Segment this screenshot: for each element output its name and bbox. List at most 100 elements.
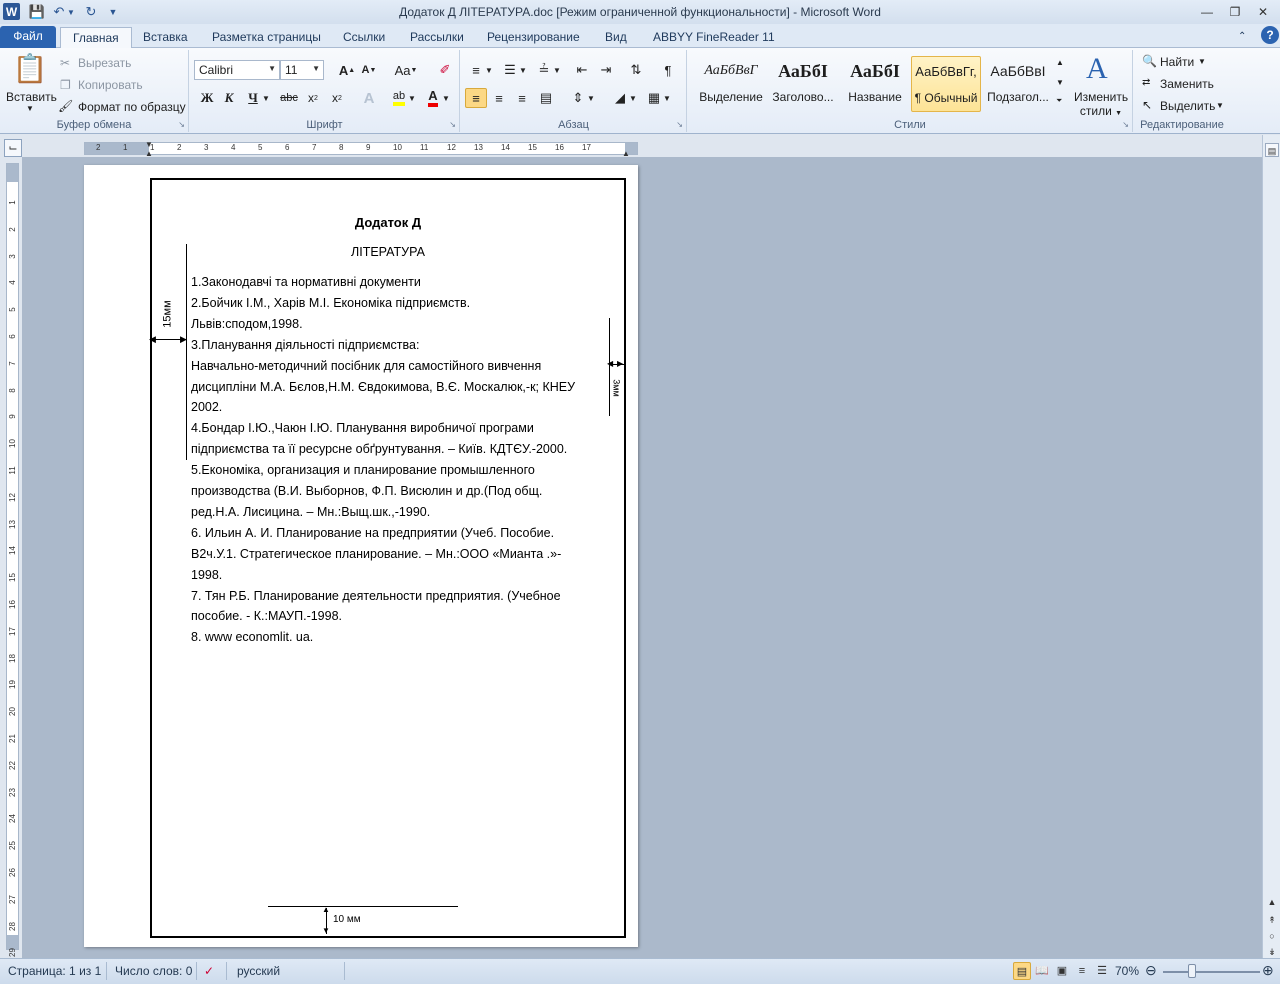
document-line[interactable]: 8. www economlit. ua.	[191, 630, 313, 644]
styles-dialog-launcher-icon[interactable]: ↘	[1122, 120, 1129, 129]
find-dropdown-icon[interactable]: ▼	[1198, 57, 1206, 66]
tab-page-layout[interactable]: Разметка страницы	[200, 27, 333, 48]
zoom-level[interactable]: 70%	[1115, 964, 1139, 978]
zoom-out-icon[interactable]: ⊖	[1145, 962, 1157, 979]
web-layout-icon[interactable]: ▣	[1053, 962, 1071, 980]
minimize-ribbon-icon[interactable]: ⌃	[1238, 27, 1246, 48]
font-color-dropdown-icon[interactable]: ▼	[440, 88, 452, 108]
tab-home[interactable]: Главная	[60, 27, 132, 49]
show-formatting-icon[interactable]: ¶	[657, 60, 679, 80]
font-size-dropdown-icon[interactable]: ▼	[312, 64, 320, 73]
numbering-dropdown-icon[interactable]: ▼	[517, 60, 529, 80]
document-line[interactable]: производства (В.И. Выборнов, Ф.П. Висюли…	[191, 484, 542, 498]
document-line[interactable]: 1998.	[191, 568, 222, 582]
styles-scroll-up-icon[interactable]: ▲	[1056, 58, 1064, 67]
view-ruler-icon[interactable]: ▤	[1265, 143, 1279, 157]
increase-indent-icon[interactable]: ⇥	[595, 60, 617, 80]
help-icon[interactable]: ?	[1261, 26, 1279, 44]
cut-button[interactable]: Вырезать	[78, 56, 131, 70]
paragraph-dialog-launcher-icon[interactable]: ↘	[676, 120, 683, 129]
strikethrough-icon[interactable]: abc	[278, 88, 300, 108]
close-icon[interactable]: ✕	[1252, 3, 1274, 21]
document-line[interactable]: 5.Економіка, организация и планирование …	[191, 463, 535, 477]
document-line[interactable]: 7. Тян Р.Б. Планирование деятельности пр…	[191, 589, 561, 603]
document-line[interactable]: 4.Бондар І.Ю.,Чаюн І.Ю. Планування вироб…	[191, 421, 534, 435]
tab-selector-icon[interactable]: ⌙	[4, 139, 22, 157]
align-right-icon[interactable]: ≡	[511, 88, 533, 108]
decrease-indent-icon[interactable]: ⇤	[571, 60, 593, 80]
font-name-combo[interactable]: Calibri ▼	[194, 60, 280, 80]
full-screen-reading-icon[interactable]: 📖	[1033, 962, 1051, 980]
minimize-icon[interactable]: —	[1196, 3, 1218, 21]
clipboard-dialog-launcher-icon[interactable]: ↘	[178, 120, 185, 129]
browse-next-icon[interactable]: ↡	[1265, 945, 1279, 959]
document-line[interactable]: підприємства та її ресурсне обґрунтуванн…	[191, 442, 567, 456]
document-line[interactable]: 3.Планування діяльності підприємства:	[191, 338, 419, 352]
horizontal-ruler[interactable]: 2 1 1 2 3 4 5 6 7 8 9 10 11 12 13 14 15 16 17 ▼ ▲ ▲	[84, 140, 638, 158]
font-size-combo[interactable]: 11 ▼	[280, 60, 324, 80]
scroll-up-icon[interactable]: ▲	[1265, 895, 1279, 909]
borders-dropdown-icon[interactable]: ▼	[661, 88, 673, 108]
italic-icon[interactable]: К	[218, 88, 240, 108]
select-dropdown-icon[interactable]: ▼	[1216, 101, 1224, 110]
paste-dropdown-icon[interactable]: ▼	[26, 104, 34, 113]
document-subheading[interactable]: ЛІТЕРАТУРА	[150, 245, 626, 259]
align-left-icon[interactable]: ≡	[465, 88, 487, 108]
subscript-icon[interactable]: x2	[302, 88, 324, 108]
restore-icon[interactable]: ❐	[1224, 3, 1246, 21]
draft-view-icon[interactable]: ☰	[1093, 962, 1111, 980]
right-indent-icon[interactable]: ▲	[622, 149, 630, 158]
paste-button[interactable]: Вставить	[6, 90, 57, 104]
change-styles-button[interactable]: Изменить стили ▼	[1074, 90, 1128, 118]
style-normal[interactable]: АаБбВвГг, ¶ Обычный	[911, 56, 981, 112]
vertical-ruler[interactable]: 1 2 3 4 5 6 7 8 9 10 11 12 13 14 15 16 17 18 19 20 21 22 23 24 2…	[6, 163, 19, 957]
shrink-font-icon[interactable]: A ▼	[358, 60, 380, 80]
document-heading[interactable]: Додаток Д	[150, 215, 626, 230]
style-subtitle[interactable]: АаБбВвІ Подзагол...	[983, 56, 1053, 112]
font-dialog-launcher-icon[interactable]: ↘	[449, 120, 456, 129]
zoom-slider-thumb[interactable]	[1188, 964, 1197, 978]
document-line[interactable]: 1.Законодавчі та нормативні документи	[191, 275, 421, 289]
styles-more-icon[interactable]: ⏷	[1056, 96, 1062, 106]
tab-mailings[interactable]: Рассылки	[398, 27, 476, 48]
first-line-indent-icon[interactable]: ▼	[145, 140, 153, 149]
highlight-dropdown-icon[interactable]: ▼	[406, 88, 418, 108]
tab-abbyy[interactable]: ABBYY FineReader 11	[641, 27, 787, 48]
bullets-dropdown-icon[interactable]: ▼	[483, 60, 495, 80]
replace-button[interactable]: Заменить	[1160, 77, 1214, 91]
line-spacing-dropdown-icon[interactable]: ▼	[585, 88, 597, 108]
style-title[interactable]: АаБбІ Название	[840, 56, 910, 112]
tab-insert[interactable]: Вставка	[131, 27, 200, 48]
document-line[interactable]: 6. Ильин А. И. Планирование на предприят…	[191, 526, 554, 540]
style-heading[interactable]: АаБбІ Заголово...	[768, 56, 838, 112]
proofing-icon[interactable]: ✓	[204, 964, 214, 978]
print-layout-icon[interactable]: ▤	[1013, 962, 1031, 980]
word-count[interactable]: Число слов: 0	[115, 964, 192, 978]
align-center-icon[interactable]: ≡	[488, 88, 510, 108]
language-indicator[interactable]: русский	[237, 964, 280, 978]
styles-scroll-down-icon[interactable]: ▼	[1056, 78, 1064, 87]
tab-references[interactable]: Ссылки	[331, 27, 397, 48]
underline-dropdown-icon[interactable]: ▼	[260, 88, 272, 108]
multilevel-dropdown-icon[interactable]: ▼	[551, 60, 563, 80]
document-line[interactable]: В2ч.У.1. Стратегическое планирование. – …	[191, 547, 561, 561]
document-line[interactable]: 2002.	[191, 400, 222, 414]
style-emphasis[interactable]: АаБбВвГ Выделение	[696, 56, 766, 112]
document-line[interactable]: дисципліни М.А. Бєлов,Н.М. Євдокимова, В…	[191, 380, 575, 394]
document-line[interactable]: Навчально-методичний посібник для самост…	[191, 359, 541, 373]
document-line[interactable]: пособие. - К.:МАУП.-1998.	[191, 609, 342, 623]
tab-view[interactable]: Вид	[593, 27, 639, 48]
text-effects-icon[interactable]: A	[358, 88, 380, 108]
font-name-dropdown-icon[interactable]: ▼	[268, 64, 276, 73]
zoom-slider[interactable]	[1163, 971, 1260, 973]
change-styles-icon[interactable]: A	[1086, 52, 1108, 86]
select-browse-object-icon[interactable]: ○	[1265, 929, 1279, 943]
bold-icon[interactable]: Ж	[196, 88, 218, 108]
vertical-scrollbar[interactable]: ▤ ▲ ↟ ○ ↡	[1262, 135, 1280, 958]
outline-view-icon[interactable]: ≡	[1073, 962, 1091, 980]
change-case-icon[interactable]: Aa ▼	[392, 60, 420, 80]
copy-button[interactable]: Копировать	[78, 78, 143, 92]
select-button[interactable]: Выделить	[1160, 99, 1215, 113]
paste-icon[interactable]: 📋	[12, 52, 48, 88]
zoom-in-icon[interactable]: ⊕	[1262, 962, 1274, 979]
